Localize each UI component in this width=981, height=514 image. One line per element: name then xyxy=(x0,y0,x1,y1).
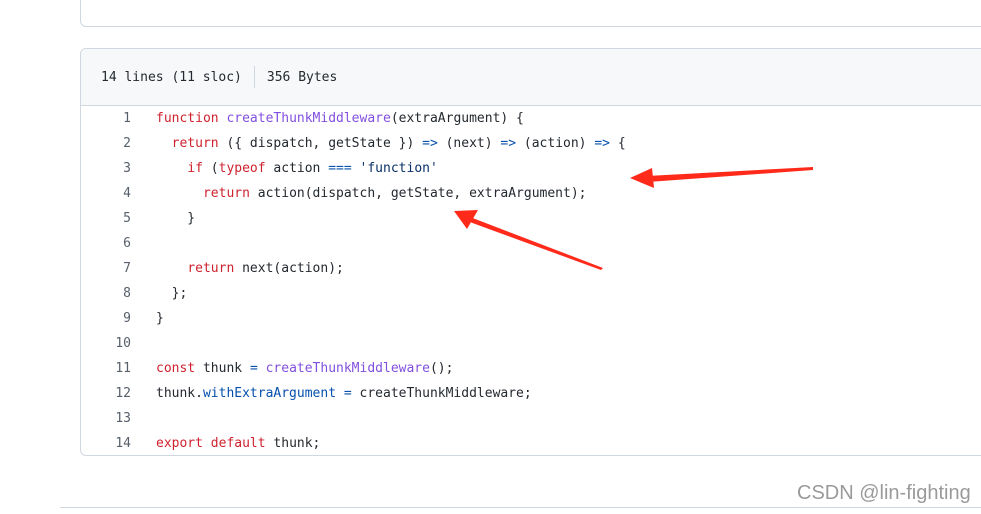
code-token: (action) xyxy=(516,136,595,151)
line-number[interactable]: 9 xyxy=(81,311,131,326)
line-number[interactable]: 8 xyxy=(81,286,131,301)
code-token: 'function' xyxy=(359,161,438,176)
line-number[interactable]: 7 xyxy=(81,261,131,276)
code-text: return action(dispatch, getState, extraA… xyxy=(156,186,587,201)
line-number[interactable]: 11 xyxy=(81,361,131,376)
code-token: (extraArgument) { xyxy=(390,111,524,126)
code-token: const xyxy=(156,361,196,376)
line-number[interactable]: 6 xyxy=(81,236,131,251)
line-number[interactable]: 3 xyxy=(81,161,131,176)
code-token: createThunkMiddleware xyxy=(226,111,391,126)
code-token: => xyxy=(594,136,610,151)
code-line: 2 return ({ dispatch, getState }) => (ne… xyxy=(81,131,981,156)
code-token: thunk; xyxy=(265,436,321,451)
code-line: 4 return action(dispatch, getState, extr… xyxy=(81,181,981,206)
code-token: }; xyxy=(156,286,188,301)
code-token: = xyxy=(249,361,258,376)
code-text: thunk.withExtraArgument = createThunkMid… xyxy=(156,386,532,401)
file-info-header: 14 lines (11 sloc) 356 Bytes xyxy=(81,49,981,106)
previous-panel xyxy=(80,0,981,27)
code-line: 12 thunk.withExtraArgument = createThunkM… xyxy=(81,381,981,406)
code-token: (next) xyxy=(437,136,501,151)
code-token: action(dispatch, getState, extraArgument… xyxy=(249,186,587,201)
code-token: === xyxy=(328,161,352,176)
code-token: } xyxy=(156,211,196,226)
code-token: withExtraArgument xyxy=(202,386,337,401)
line-number[interactable]: 13 xyxy=(81,411,131,426)
code-text: export default thunk; xyxy=(156,436,320,451)
code-line: 10 xyxy=(81,331,981,356)
line-number[interactable]: 10 xyxy=(81,336,131,351)
code-text: }; xyxy=(156,286,188,301)
code-token: default xyxy=(210,436,266,451)
code-token: ({ dispatch, getState }) xyxy=(218,136,423,151)
code-token: return xyxy=(171,136,219,151)
line-number[interactable]: 12 xyxy=(81,386,131,401)
code-token: } xyxy=(156,311,164,326)
code-token: export xyxy=(156,436,203,451)
code-text: } xyxy=(156,211,195,226)
line-count: 14 lines (11 sloc) xyxy=(101,69,242,85)
code-token: return xyxy=(202,186,250,201)
file-size: 356 Bytes xyxy=(266,69,338,85)
code-token: if xyxy=(187,161,203,176)
code-line: 8 }; xyxy=(81,281,981,306)
code-text: return ({ dispatch, getState }) => (next… xyxy=(156,136,626,151)
code-text: } xyxy=(156,311,164,326)
watermark: CSDN @lin-fighting xyxy=(797,482,971,504)
code-line: 1 function createThunkMiddleware(extraArg… xyxy=(81,106,981,131)
code-token: createThunkMiddleware xyxy=(265,361,430,376)
code-file-box: 14 lines (11 sloc) 356 Bytes 1 function c… xyxy=(80,48,981,456)
code-token: thunk xyxy=(195,361,250,376)
code-token: next(action); xyxy=(234,261,344,276)
code-line: 9} xyxy=(81,306,981,331)
code-text: return next(action); xyxy=(156,261,344,276)
code-token: => xyxy=(500,136,517,151)
code-line: 11 const thunk = createThunkMiddleware(); xyxy=(81,356,981,381)
line-number[interactable]: 5 xyxy=(81,211,131,226)
code-line: 13 xyxy=(81,406,981,431)
code-text: function createThunkMiddleware(extraArgu… xyxy=(156,111,524,126)
code-line: 3 if (typeof action === 'function' xyxy=(81,156,981,181)
code-listing[interactable]: 1 function createThunkMiddleware(extraArg… xyxy=(81,106,981,455)
code-line: 14 export default thunk; xyxy=(81,431,981,455)
line-number[interactable]: 2 xyxy=(81,136,131,151)
bottom-divider xyxy=(60,507,981,508)
code-text: if (typeof action === 'function' xyxy=(156,161,438,176)
code-token: { xyxy=(610,136,626,151)
code-token: function xyxy=(156,111,227,126)
code-line: 7 return next(action); xyxy=(81,256,981,281)
line-number[interactable]: 1 xyxy=(81,111,131,126)
code-token: createThunkMiddleware; xyxy=(351,386,532,401)
header-divider xyxy=(253,66,255,88)
code-token: thunk. xyxy=(156,386,203,401)
code-token: ( xyxy=(202,161,219,176)
line-number[interactable]: 4 xyxy=(81,186,131,201)
code-token: = xyxy=(343,386,352,401)
code-token: typeof xyxy=(218,161,266,176)
line-number[interactable]: 14 xyxy=(81,436,131,451)
code-text: const thunk = createThunkMiddleware(); xyxy=(156,361,453,376)
code-line: 6 xyxy=(81,231,981,256)
code-line: 5 } xyxy=(81,206,981,231)
code-token: return xyxy=(187,261,235,276)
code-token: action xyxy=(265,161,329,176)
code-token: => xyxy=(422,136,438,151)
code-token: (); xyxy=(429,361,454,376)
